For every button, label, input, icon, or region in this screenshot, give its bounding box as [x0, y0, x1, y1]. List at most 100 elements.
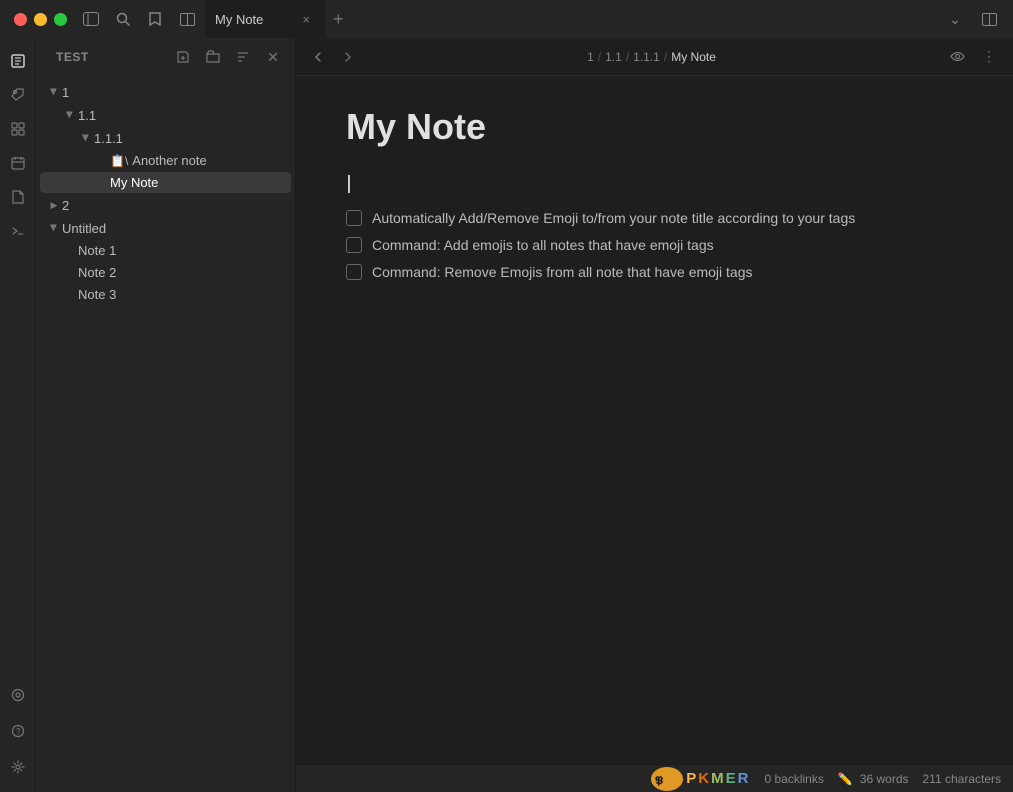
characters-text: 211 characters	[923, 772, 1002, 786]
minimize-button[interactable]	[34, 13, 47, 26]
tree-item-untitled[interactable]: ▶ Untitled	[40, 217, 291, 239]
backlinks-status: 0 backlinks	[764, 772, 823, 786]
breadcrumb-1-1-1[interactable]: 1.1.1	[633, 50, 660, 64]
breadcrumb-my-note[interactable]: My Note	[671, 50, 716, 64]
sidebar-section-label: Test	[44, 46, 101, 68]
tree-label-note-3: Note 3	[78, 287, 291, 302]
checklist-item-3: Command: Remove Emojis from all note tha…	[346, 262, 963, 283]
tree-label-2: 2	[62, 198, 291, 213]
new-note-icon[interactable]	[169, 43, 197, 71]
new-tab-button[interactable]: +	[325, 0, 352, 38]
tab-label: My Note	[215, 12, 292, 27]
checklist-item-1: Automatically Add/Remove Emoji to/from y…	[346, 208, 963, 229]
editor-body[interactable]: My Note Automatically Add/Remove Emoji t…	[296, 76, 1013, 764]
breadcrumb-sep-3: /	[664, 50, 667, 64]
rail-document-icon[interactable]	[3, 182, 33, 212]
svg-text:?: ?	[16, 727, 21, 736]
pkmer-logo-graphic: 𝕻	[650, 765, 686, 792]
icon-rail: ?	[0, 38, 36, 792]
editor-nav: 1 / 1.1 / 1.1.1 / My Note ⋮	[296, 38, 1013, 76]
rail-files-icon[interactable]	[3, 46, 33, 76]
sidebar-toolbar: Test ✕	[36, 38, 295, 76]
chevron-down-icon[interactable]: ⌄	[941, 5, 969, 33]
another-note-icon: 📋\	[110, 154, 128, 168]
backlinks-text: 0 backlinks	[764, 772, 823, 786]
tree-arrow-1-1-1: ▶	[78, 130, 94, 146]
cursor-line	[346, 172, 963, 192]
maximize-button[interactable]	[54, 13, 67, 26]
note-title: My Note	[346, 106, 963, 148]
main-content: ? Test	[0, 38, 1013, 792]
editor-right-icons: ⋮	[943, 43, 1003, 71]
title-bar-icons	[67, 5, 201, 33]
tree-item-my-note[interactable]: My Note	[40, 172, 291, 193]
rail-calendar-icon[interactable]	[3, 148, 33, 178]
words-text: 36 words	[860, 772, 909, 786]
tabs-area: My Note × +	[205, 0, 941, 38]
breadcrumb-sep-1: /	[598, 50, 601, 64]
characters-status: 211 characters	[923, 772, 1002, 786]
checklist-text-2: Command: Add emojis to all notes that ha…	[372, 235, 714, 256]
tree-label-note-2: Note 2	[78, 265, 291, 280]
sidebar-tree: ▶ 1 ▶ 1.1 ▶ 1.1.1 📋\ Another note	[36, 76, 295, 792]
search-icon[interactable]	[109, 5, 137, 33]
rail-help-icon[interactable]: ?	[3, 716, 33, 746]
tree-item-another-note[interactable]: 📋\ Another note	[40, 150, 291, 171]
sidebar: Test ✕	[36, 38, 296, 792]
rail-settings-icon[interactable]	[3, 752, 33, 782]
nav-forward-button[interactable]	[336, 45, 360, 69]
tree-arrow-1: ▶	[46, 84, 62, 100]
tree-item-note-3[interactable]: Note 3	[40, 284, 291, 305]
cursor-indicator	[348, 175, 350, 193]
editor-area: 1 / 1.1 / 1.1.1 / My Note ⋮ My Note	[296, 38, 1013, 792]
rail-bottom: ?	[3, 680, 33, 792]
breadcrumb-1[interactable]: 1	[587, 50, 594, 64]
tree-item-note-1[interactable]: Note 1	[40, 240, 291, 261]
more-options-icon[interactable]: ⋮	[975, 43, 1003, 71]
pkmer-text: PKMER	[686, 770, 750, 787]
rail-terminal-icon[interactable]	[3, 216, 33, 246]
reading-view-icon[interactable]	[943, 43, 971, 71]
rail-grid-icon[interactable]	[3, 114, 33, 144]
rail-tag-icon[interactable]	[3, 80, 33, 110]
tree-label-1-1: 1.1	[78, 108, 291, 123]
checkbox-1[interactable]	[346, 210, 362, 226]
rail-plugin-icon[interactable]	[3, 680, 33, 710]
new-folder-icon[interactable]	[199, 43, 227, 71]
tree-label-1-1-1: 1.1.1	[94, 131, 291, 146]
checkbox-2[interactable]	[346, 237, 362, 253]
tree-arrow-1-1: ▶	[62, 107, 78, 123]
close-button[interactable]	[14, 13, 27, 26]
sidebar-close-icon[interactable]: ✕	[259, 43, 287, 71]
sort-icon[interactable]	[229, 43, 257, 71]
split-view-icon[interactable]	[975, 5, 1003, 33]
pkmer-logo: 𝕻 PKMER	[650, 765, 750, 792]
tree-item-1-1[interactable]: ▶ 1.1	[40, 104, 291, 126]
checklist-text-3: Command: Remove Emojis from all note tha…	[372, 262, 753, 283]
tree-label-my-note: My Note	[110, 175, 291, 190]
tree-item-2[interactable]: ▶ 2	[40, 194, 291, 216]
checklist-text-1: Automatically Add/Remove Emoji to/from y…	[372, 208, 855, 229]
tree-item-note-2[interactable]: Note 2	[40, 262, 291, 283]
breadcrumb-1-1[interactable]: 1.1	[605, 50, 622, 64]
nav-back-button[interactable]	[306, 45, 330, 69]
tree-label-another-note: Another note	[132, 153, 291, 168]
sidebar-toggle-icon[interactable]	[77, 5, 105, 33]
tree-label-untitled: Untitled	[62, 221, 291, 236]
tree-item-1-1-1[interactable]: ▶ 1.1.1	[40, 127, 291, 149]
tab-close-button[interactable]: ×	[298, 10, 314, 29]
breadcrumb: 1 / 1.1 / 1.1.1 / My Note	[366, 50, 937, 64]
bookmark-icon[interactable]	[141, 5, 169, 33]
breadcrumb-sep-2: /	[626, 50, 629, 64]
window-controls	[0, 13, 67, 26]
title-bar-right: ⌄	[941, 5, 1013, 33]
tree-label-note-1: Note 1	[78, 243, 291, 258]
checkbox-3[interactable]	[346, 264, 362, 280]
tree-item-1[interactable]: ▶ 1	[40, 81, 291, 103]
active-tab[interactable]: My Note ×	[205, 0, 325, 38]
words-status: ✏️ 36 words	[838, 772, 909, 786]
layout-icon[interactable]	[173, 5, 201, 33]
tree-arrow-2: ▶	[46, 197, 62, 213]
svg-text:𝕻: 𝕻	[655, 775, 664, 787]
checklist-item-2: Command: Add emojis to all notes that ha…	[346, 235, 963, 256]
